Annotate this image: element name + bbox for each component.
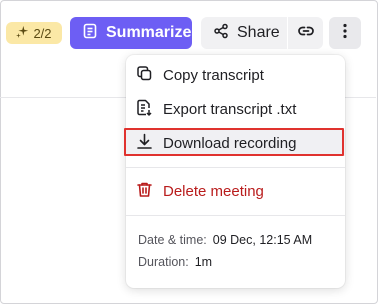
- download-icon: [136, 133, 153, 154]
- meeting-date-time: Date & time: 09 Dec, 12:15 AM: [138, 233, 312, 247]
- trash-icon: [136, 181, 153, 202]
- share-group: Share: [201, 17, 323, 49]
- more-options-menu: Copy transcript Export transcript .txt D…: [124, 55, 345, 288]
- copy-link-button[interactable]: [288, 17, 323, 49]
- duration-label: Duration:: [138, 255, 189, 269]
- menu-divider: [126, 215, 345, 216]
- menu-item-label: Download recording: [163, 134, 297, 152]
- export-file-icon: [136, 99, 153, 120]
- share-button[interactable]: Share: [201, 17, 287, 49]
- more-options-button[interactable]: [329, 17, 361, 49]
- menu-item-export-transcript[interactable]: Export transcript .txt: [136, 96, 336, 122]
- menu-divider: [126, 167, 345, 168]
- credits-count: 2/2: [33, 25, 52, 41]
- link-icon: [297, 22, 315, 45]
- share-icon: [213, 23, 229, 44]
- summarize-button[interactable]: Summarize: [70, 17, 192, 49]
- more-vertical-icon: [336, 22, 354, 45]
- menu-item-label: Export transcript .txt: [163, 100, 297, 118]
- share-label: Share: [237, 24, 280, 41]
- document-icon: [82, 23, 98, 44]
- date-label: Date & time:: [138, 233, 207, 247]
- credits-badge: 2/2: [6, 22, 62, 44]
- meeting-duration: Duration: 1m: [138, 255, 212, 269]
- summarize-label: Summarize: [106, 24, 192, 41]
- duration-value: 1m: [194, 255, 213, 269]
- menu-item-label: Delete meeting: [163, 182, 264, 200]
- copy-icon: [136, 65, 153, 86]
- menu-item-delete-meeting[interactable]: Delete meeting: [136, 178, 336, 204]
- menu-item-label: Copy transcript: [163, 66, 264, 84]
- menu-item-copy-transcript[interactable]: Copy transcript: [136, 62, 336, 88]
- menu-item-download-recording[interactable]: Download recording: [124, 128, 345, 156]
- sparkles-icon: [16, 25, 29, 41]
- date-value: 09 Dec, 12:15 AM: [212, 233, 313, 247]
